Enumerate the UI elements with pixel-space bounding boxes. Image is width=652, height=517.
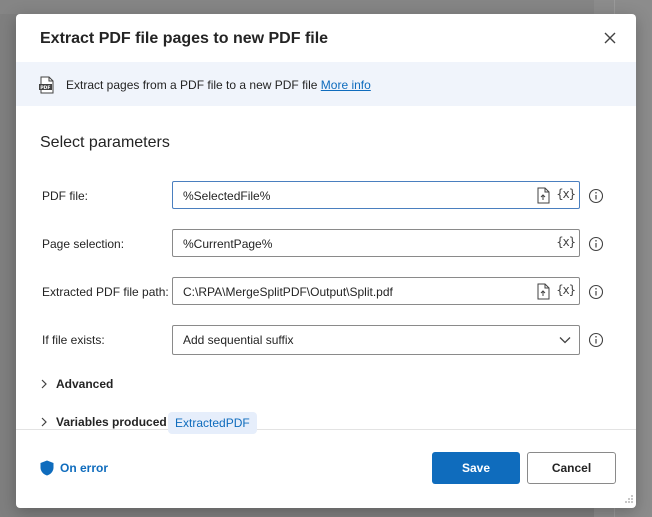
dialog-footer: On error Save Cancel bbox=[16, 430, 636, 508]
chevron-right-icon bbox=[41, 417, 47, 427]
svg-text:PDF: PDF bbox=[40, 85, 50, 91]
file-picker-icon[interactable] bbox=[536, 187, 552, 204]
pdf-file-input[interactable]: %SelectedFile% {x} bbox=[172, 181, 580, 209]
page-selection-input[interactable]: %CurrentPage% {x} bbox=[172, 229, 580, 257]
info-icon[interactable] bbox=[588, 188, 604, 204]
variables-label: Variables produced bbox=[56, 415, 167, 429]
if-exists-value: Add sequential suffix bbox=[183, 333, 294, 347]
advanced-expander[interactable]: Advanced bbox=[40, 377, 113, 391]
output-path-label: Extracted PDF file path: bbox=[42, 285, 169, 299]
dialog-title: Extract PDF file pages to new PDF file bbox=[40, 30, 329, 47]
extract-pdf-dialog: Extract PDF file pages to new PDF file P… bbox=[16, 14, 636, 508]
info-icon[interactable] bbox=[588, 236, 604, 252]
save-button[interactable]: Save bbox=[432, 452, 520, 484]
info-banner: PDF Extract pages from a PDF file to a n… bbox=[16, 62, 636, 106]
variables-expander[interactable]: Variables produced bbox=[40, 415, 167, 429]
chevron-right-icon bbox=[41, 379, 47, 389]
cancel-button[interactable]: Cancel bbox=[527, 452, 616, 484]
file-picker-icon[interactable] bbox=[536, 283, 552, 300]
chevron-down-icon bbox=[559, 337, 571, 344]
if-exists-label: If file exists: bbox=[42, 333, 105, 347]
pdf-file-label: PDF file: bbox=[42, 189, 89, 203]
variable-icon[interactable]: {x} bbox=[556, 283, 576, 297]
background-top-strip bbox=[0, 0, 652, 14]
page-selection-label: Page selection: bbox=[42, 237, 125, 251]
pdf-icon: PDF bbox=[39, 76, 54, 94]
advanced-label: Advanced bbox=[56, 377, 114, 391]
more-info-link[interactable]: More info bbox=[321, 78, 371, 92]
shield-icon bbox=[40, 460, 54, 476]
info-icon[interactable] bbox=[588, 284, 604, 300]
if-exists-dropdown[interactable]: Add sequential suffix bbox=[172, 325, 580, 355]
output-path-value: C:\RPA\MergeSplitPDF\Output\Split.pdf bbox=[183, 285, 393, 299]
section-title: Select parameters bbox=[40, 134, 170, 151]
variable-icon[interactable]: {x} bbox=[556, 187, 576, 201]
output-path-input[interactable]: C:\RPA\MergeSplitPDF\Output\Split.pdf {x… bbox=[172, 277, 580, 305]
on-error-label: On error bbox=[60, 461, 109, 475]
page-selection-value: %CurrentPage% bbox=[183, 237, 273, 251]
pdf-file-value: %SelectedFile% bbox=[183, 189, 271, 203]
variable-icon[interactable]: {x} bbox=[556, 235, 576, 249]
banner-text: Extract pages from a PDF file to a new P… bbox=[66, 78, 318, 92]
info-icon[interactable] bbox=[588, 332, 604, 348]
close-icon[interactable] bbox=[600, 28, 620, 48]
banner-description: Extract pages from a PDF file to a new P… bbox=[66, 78, 371, 92]
parameters-panel: Select parameters PDF file: %SelectedFil… bbox=[16, 106, 636, 434]
resize-grip-icon[interactable] bbox=[624, 494, 634, 504]
dialog-header: Extract PDF file pages to new PDF file bbox=[16, 14, 636, 62]
on-error-button[interactable]: On error bbox=[40, 460, 108, 476]
